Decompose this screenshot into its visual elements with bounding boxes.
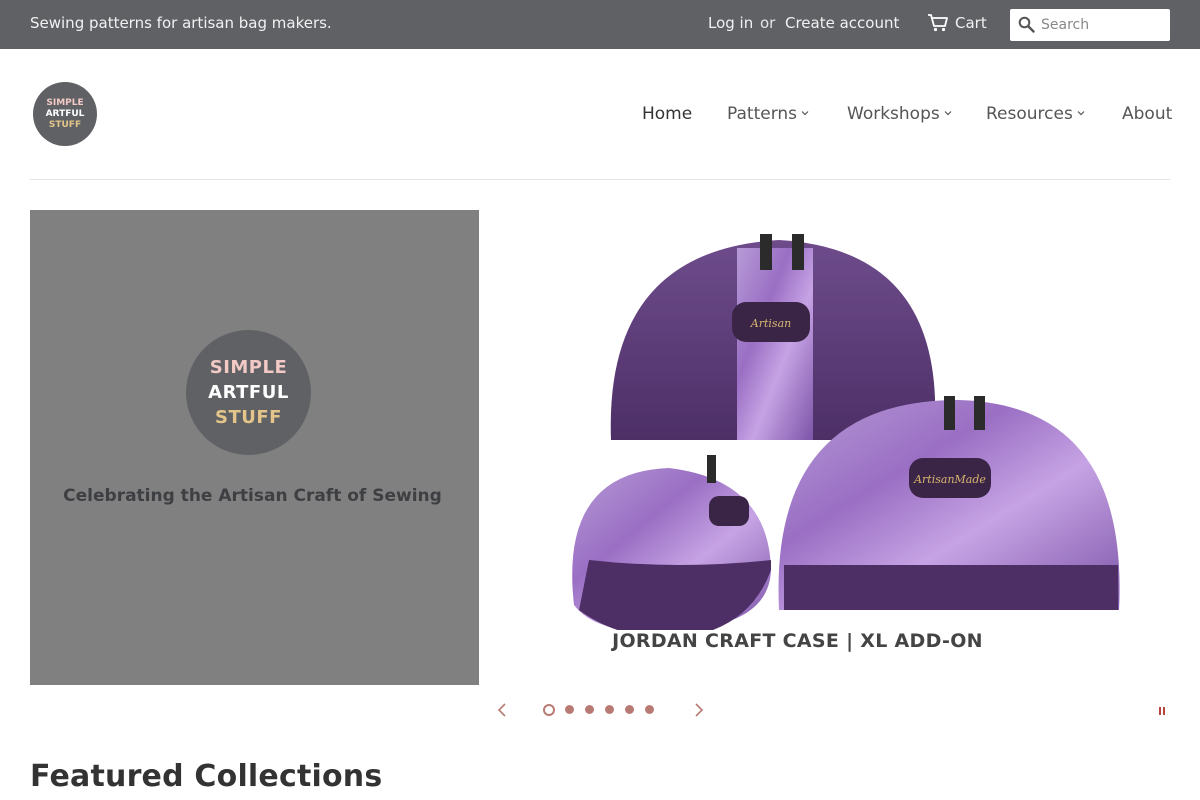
logo-line-3: STUFF [215,407,282,428]
search-box[interactable] [1010,9,1170,41]
nav-label: Resources [986,104,1073,124]
slider-pause-button[interactable] [1158,705,1168,717]
hero-slideshow[interactable]: SIMPLE ARTFUL STUFF Celebrating the Arti… [30,210,1170,685]
tagline: Sewing patterns for artisan bag makers. [30,14,332,32]
slider-next-button[interactable] [689,700,707,720]
nav-item-resources[interactable]: Resources [986,104,1085,124]
pause-icon [1159,707,1161,715]
search-input[interactable] [1041,14,1165,36]
slider-dot-4[interactable] [605,705,614,714]
nav-item-home[interactable]: Home [642,104,692,124]
cart-link[interactable]: Cart [955,14,987,32]
main-nav: Home Patterns Workshops Resources About [0,104,1200,128]
featured-collections-heading: Featured Collections [30,759,383,794]
slider-dot-2[interactable] [565,705,574,714]
slider-dot-6[interactable] [645,705,654,714]
product-bags-image: Artisan ArtisanMade [572,234,1120,630]
slider-dots [543,704,663,716]
pause-icon [1163,707,1165,715]
nav-item-patterns[interactable]: Patterns [727,104,809,124]
announcement-bar: Sewing patterns for artisan bag makers. … [0,0,1200,49]
search-icon[interactable] [1018,16,1035,33]
nav-item-about[interactable]: About [1122,104,1172,124]
slide-product-image[interactable]: Artisan ArtisanMade JORDAN CRAFT CASE | … [479,210,1170,685]
nav-label: Workshops [847,104,940,124]
create-account-link[interactable]: Create account [785,14,899,32]
slider-prev-button[interactable] [494,700,512,720]
svg-text:Artisan: Artisan [750,317,791,330]
nav-label: Patterns [727,104,798,124]
nav-label: Home [642,104,693,124]
cart-icon[interactable] [927,13,949,33]
logo-line-2: ARTFUL [208,382,289,403]
slide-brand-panel: SIMPLE ARTFUL STUFF Celebrating the Arti… [30,210,479,685]
logo-line-1: SIMPLE [209,357,288,378]
header-divider [30,179,1170,180]
slide-product-title: JORDAN CRAFT CASE | XL ADD-ON [612,630,983,652]
nav-label: About [1122,104,1173,124]
chevron-down-icon [944,111,952,116]
chevron-down-icon [1077,111,1085,116]
slider-dot-5[interactable] [625,705,634,714]
chevron-down-icon [801,111,809,116]
nav-item-workshops[interactable]: Workshops [847,104,952,124]
slider-dot-1[interactable] [543,704,555,716]
slide-caption: Celebrating the Artisan Craft of Sewing [63,486,442,506]
login-link[interactable]: Log in [708,14,753,32]
svg-text:ArtisanMade: ArtisanMade [913,473,986,486]
slider-dot-3[interactable] [585,705,594,714]
or-separator: or [760,14,776,32]
brand-logo: SIMPLE ARTFUL STUFF [186,330,311,455]
